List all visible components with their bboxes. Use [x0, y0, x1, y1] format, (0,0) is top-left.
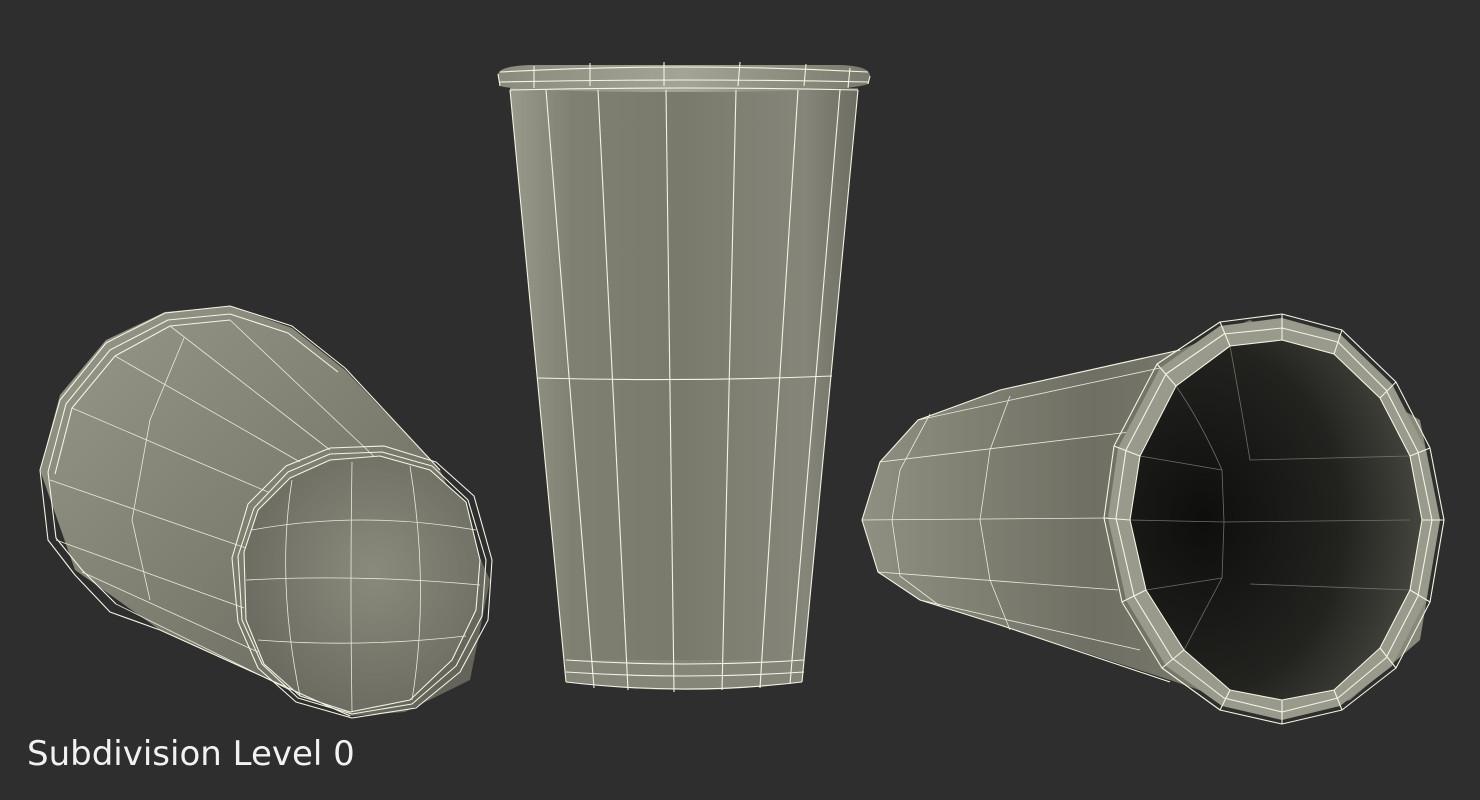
viewport-canvas	[39, 61, 1445, 725]
subdivision-level-caption: Subdivision Level 0	[27, 734, 355, 774]
cup-lying-right-open-view	[861, 313, 1445, 725]
cup-upright	[497, 61, 871, 693]
cup-lying-left-bottom-view	[39, 305, 493, 719]
